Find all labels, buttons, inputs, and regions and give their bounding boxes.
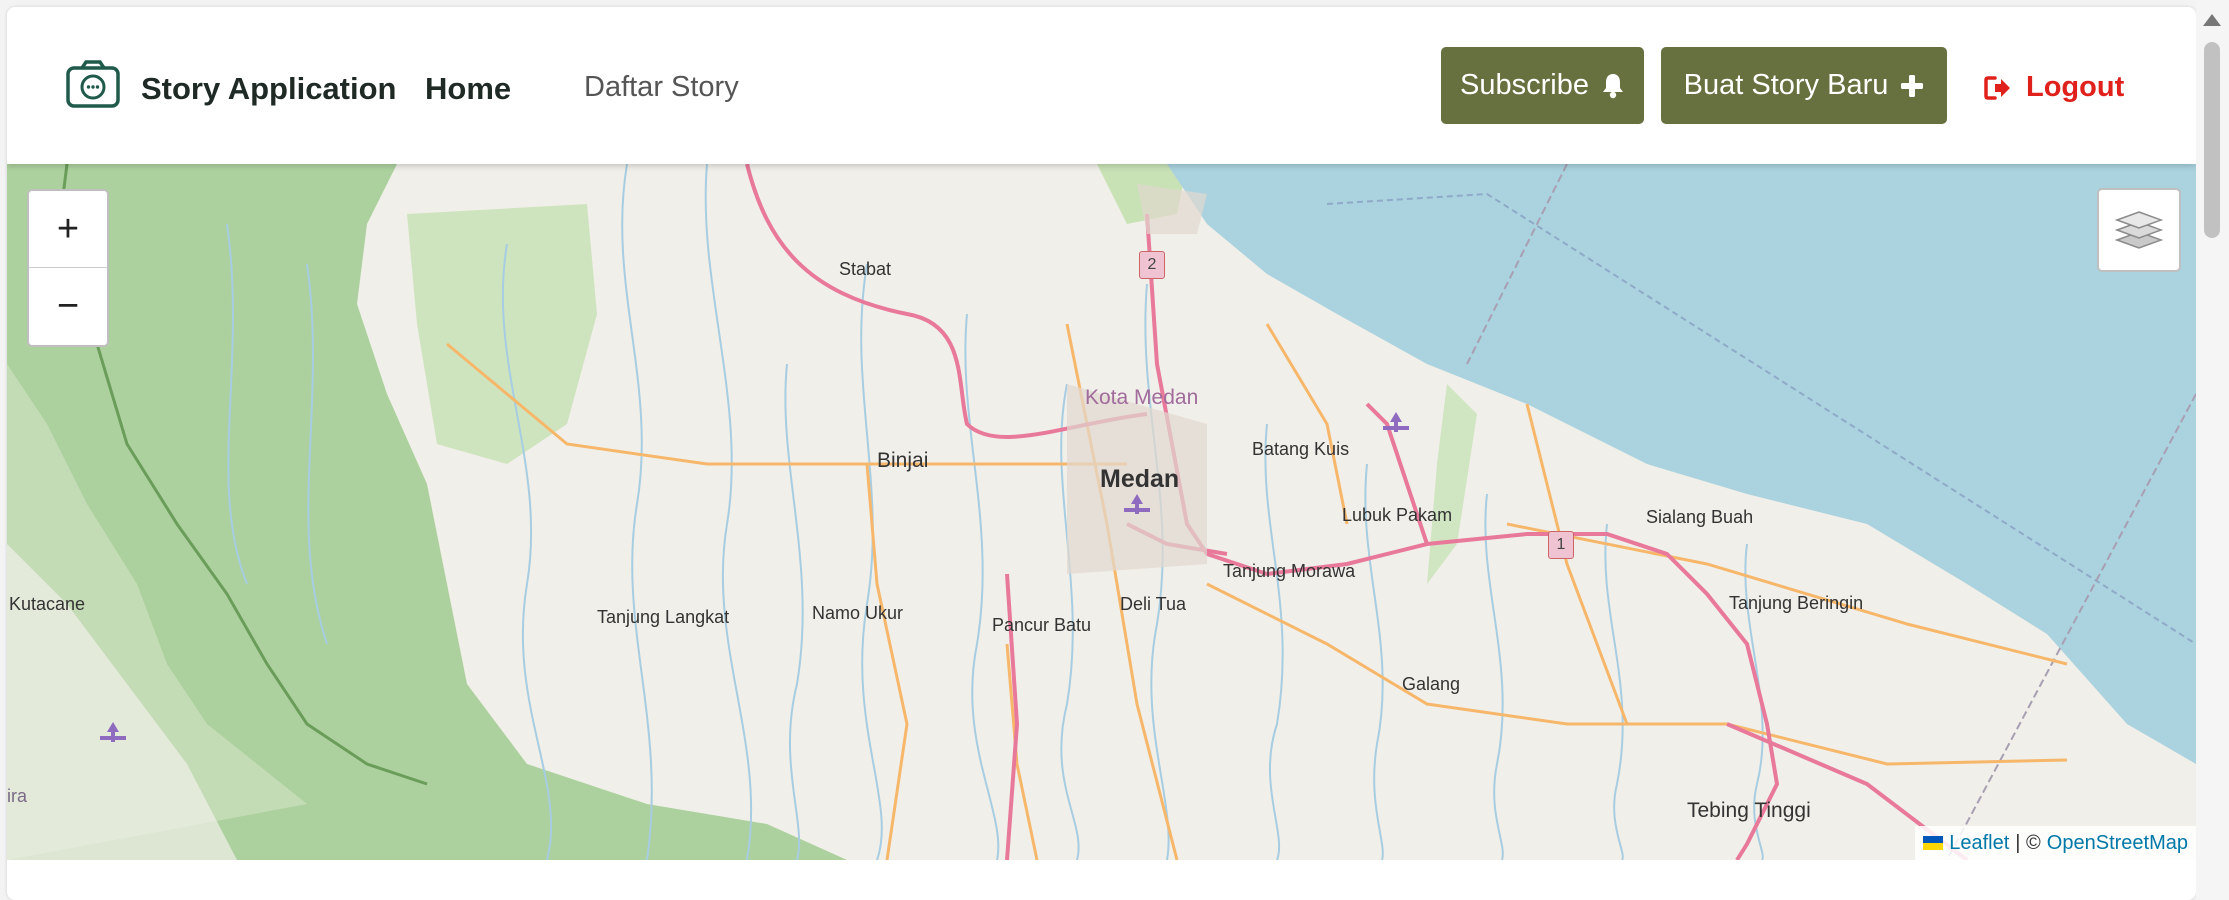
road-shield-2-label: 2 — [1147, 256, 1157, 273]
ukraine-flag-icon — [1923, 836, 1944, 850]
logout-label: Logout — [2026, 71, 2125, 103]
place-label: Binjai — [877, 449, 929, 472]
bell-icon — [1602, 73, 1623, 98]
leaflet-link[interactable]: Leaflet — [1949, 832, 2009, 855]
map-attribution: Leaflet | © OpenStreetMap — [1915, 826, 2196, 860]
road-shield-1: 1 — [1548, 531, 1574, 559]
place-label: Pancur Batu — [992, 615, 1092, 635]
nav-link-home[interactable]: Home — [425, 71, 511, 107]
app-frame: Story Application Home Daftar Story Subs… — [7, 7, 2196, 900]
place-label: Sialang Buah — [1646, 507, 1754, 527]
map-tiles — [7, 164, 2196, 860]
place-label: Kutacane — [9, 594, 86, 614]
subscribe-label: Subscribe — [1460, 69, 1589, 101]
openstreetmap-link[interactable]: OpenStreetMap — [2047, 832, 2188, 855]
attribution-separator: | © — [2015, 831, 2041, 854]
place-label: Namo Ukur — [812, 603, 904, 623]
scrollbar-thumb[interactable] — [2204, 42, 2220, 238]
zoom-in-button[interactable]: + — [29, 191, 107, 268]
page-scrollbar[interactable] — [2196, 0, 2229, 900]
place-label: ira — [7, 786, 28, 806]
zoom-control: + − — [27, 189, 109, 347]
place-label: Tebing Tinggi — [1687, 799, 1811, 822]
story-map[interactable]: 2 1 Stabat Kota Medan Binjai Medan Batan… — [7, 164, 2196, 860]
nav-link-story-list[interactable]: Daftar Story — [584, 71, 739, 104]
place-label: Lubuk Pakam — [1342, 505, 1453, 525]
road-shield-2: 2 — [1139, 251, 1165, 279]
subscribe-button[interactable]: Subscribe — [1441, 47, 1644, 124]
place-label: Stabat — [839, 259, 892, 279]
zoom-out-button[interactable]: − — [29, 268, 107, 344]
road-shield-1-label: 1 — [1556, 536, 1566, 553]
new-story-label: Buat Story Baru — [1683, 69, 1889, 101]
place-label: Kota Medan — [1085, 386, 1199, 409]
place-label: Deli Tua — [1120, 594, 1187, 614]
place-label: Tanjung Morawa — [1223, 561, 1356, 581]
layers-button[interactable] — [2097, 188, 2181, 272]
camera-chat-icon — [66, 60, 120, 108]
place-label: Medan — [1100, 465, 1180, 493]
scroll-up-arrow-icon[interactable] — [2203, 14, 2221, 26]
new-story-button[interactable]: Buat Story Baru — [1661, 47, 1947, 124]
layers-icon — [2115, 211, 2163, 249]
logout-button[interactable]: Logout — [1984, 71, 2124, 104]
place-label: Batang Kuis — [1252, 439, 1350, 459]
place-label: Galang — [1402, 674, 1461, 694]
place-label: Tanjung Langkat — [597, 607, 730, 627]
brand-title[interactable]: Story Application — [141, 71, 396, 107]
sign-out-icon — [1984, 75, 2010, 100]
navbar: Story Application Home Daftar Story Subs… — [7, 7, 2196, 164]
plus-icon — [1901, 74, 1924, 97]
place-label: Tanjung Beringin — [1729, 593, 1864, 613]
